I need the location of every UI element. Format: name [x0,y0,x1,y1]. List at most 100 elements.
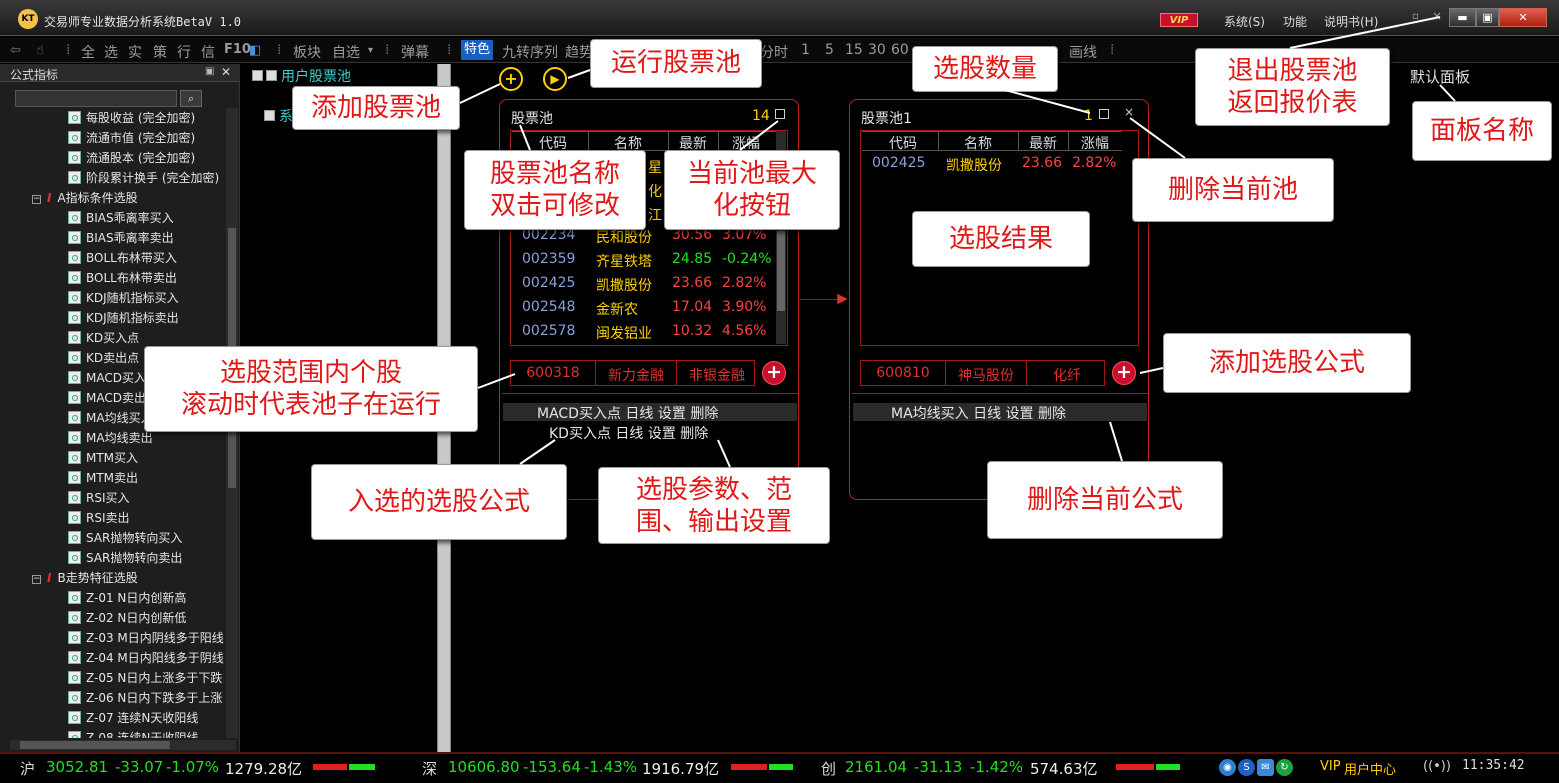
tree-item-formula[interactable]: KDJ随机指标买入 [68,288,179,308]
tree-item-formula[interactable]: Z-03 M日内阴线多于阳线 [68,628,224,648]
add-formula-button[interactable]: + [762,361,786,385]
toolbar-watchlist[interactable]: 自选 [332,42,360,62]
close-icon[interactable]: × [1432,9,1442,23]
chat-icon[interactable]: ✉ [1257,759,1274,776]
toolbar-realtime[interactable]: 实 [128,42,142,62]
pool-range-box[interactable]: 600318 新力金融 非银金融 [510,360,755,386]
tree-item-formula[interactable]: Z-05 N日内上涨多于下跌 [68,668,222,688]
run-pool-icon[interactable]: ▶ [543,67,567,91]
pool-name[interactable]: 股票池1 [861,108,912,128]
tree-expand-box[interactable] [252,70,263,81]
pool-maximize-button[interactable] [775,109,785,119]
toolbar-select[interactable]: 选 [104,42,118,62]
formula-tree-hscrollbar[interactable] [10,740,236,750]
tree-item-formula[interactable]: RSI卖出 [68,508,130,528]
table-row[interactable]: 002359 齐星铁塔 24.85 -0.24% [512,251,776,275]
add-pool-icon[interactable]: + [499,67,523,91]
tree-item-formula[interactable]: 流通市值 (完全加密) [68,128,195,148]
panel-name-label[interactable]: 默认面板 [1410,66,1470,87]
tree-item-formula[interactable]: 阶段累计换手 (完全加密) [68,168,219,188]
tree-item-formula[interactable]: BOLL布林带卖出 [68,268,177,288]
formula-row[interactable]: MA均线买入 日线 设置 删除 [853,403,1147,422]
tree-item-user-pool[interactable]: 用户股票池 [281,66,351,86]
tree-item-formula[interactable]: Z-06 N日内下跌多于上涨 [68,688,222,708]
windows-icon[interactable]: ◧ [249,43,261,58]
tree-item-formula[interactable]: KDJ随机指标卖出 [68,308,179,328]
tree-item-formula[interactable]: 每股收益 (完全加密) [68,108,195,128]
add-formula-button[interactable]: + [1112,361,1136,385]
tree-item-formula[interactable]: Z-01 N日内创新高 [68,588,186,608]
toolbar-intraday[interactable]: 分时 [760,42,788,62]
hand-icon[interactable]: ☝ [36,43,44,58]
tree-checkbox[interactable] [264,110,275,121]
tree-item-formula[interactable]: MACD买入 [68,368,146,388]
back-arrow-icon[interactable]: ⇦ [10,43,21,58]
tree-item-formula[interactable]: SAR抛物转向买入 [68,528,182,548]
table-row[interactable]: 002425 凯撒股份 23.66 2.82% [512,275,776,299]
toolbar-period-1[interactable]: 1 [801,42,810,58]
tree-item-formula[interactable]: SAR抛物转向卖出 [68,548,182,568]
tree-item-formula[interactable]: MTM买入 [68,448,138,468]
toolbar-period-30[interactable]: 30 [868,42,886,58]
tree-checkbox[interactable] [266,70,277,81]
tree-item-formula[interactable]: 流通股本 (完全加密) [68,148,195,168]
table-row[interactable]: 002548 金新农 17.04 3.90% [512,299,776,323]
table-row[interactable]: 002578 闽发铝业 10.32 4.56% [512,323,776,347]
table-row[interactable]: 002425 凯撒股份 23.66 2.82% [862,155,1126,179]
tree-group[interactable]: − I B走势特征选股 [32,568,138,588]
tree-item-formula[interactable]: KD卖出点 [68,348,139,368]
tree-item-formula[interactable]: Z-04 M日内阳线多于阴线 [68,648,224,668]
toolbar-period-15[interactable]: 15 [845,42,863,58]
pool-maximize-button[interactable] [1099,109,1109,119]
tree-item-formula[interactable]: Z-07 连续N天收阳线 [68,708,198,728]
tree-item-formula[interactable]: MA均线买入 [68,408,153,428]
pool-name[interactable]: 股票池 [511,108,553,128]
toolbar-all[interactable]: 全 [81,42,95,62]
user-center-link[interactable]: 用户中心 [1344,759,1396,778]
toolbar-f10[interactable]: F10 [224,42,251,57]
pool-range-box[interactable]: 600810 神马股份 化纤 [860,360,1105,386]
tree-item-formula[interactable]: BOLL布林带买入 [68,248,177,268]
tree-item-formula[interactable]: RSI买入 [68,488,130,508]
toolbar-barrage[interactable]: 弹幕 [401,42,429,62]
tree-item-formula[interactable]: KD买入点 [68,328,139,348]
tree-item-formula[interactable]: MACD卖出 [68,388,146,408]
toolbar-featured[interactable]: 特色 [461,40,494,60]
table-row[interactable]: 002234 民和股份 30.56 3.07% [512,227,776,251]
toolbar-strategy[interactable]: 策 [153,42,167,62]
toolbar-info[interactable]: 信 [201,42,215,62]
vip-label[interactable]: VIP [1320,759,1341,774]
delete-pool-icon[interactable]: × [1124,105,1134,119]
tree-item-system[interactable]: 系 [279,106,293,126]
toolbar-sector[interactable]: 板块 [293,42,321,62]
menu-function[interactable]: 功能 [1283,13,1307,30]
toolbar-period-5[interactable]: 5 [825,42,834,58]
market-cy-index[interactable]: 2161.04 [845,758,907,776]
toolbar-market[interactable]: 行 [177,42,191,62]
network-icon[interactable]: ◉ [1219,759,1236,776]
formula-row[interactable]: MACD买入点 日线 设置 删除 [503,403,797,422]
collapse-icon[interactable]: − [32,195,41,204]
tree-group[interactable]: − I A指标条件选股 [32,188,138,208]
tree-item-formula[interactable]: Z-02 N日内创新低 [68,608,186,628]
refresh-icon[interactable]: ↻ [1276,759,1293,776]
maximize-button[interactable]: ▣ [1476,8,1499,27]
formula-search-input[interactable] [15,90,177,107]
tree-item-formula[interactable]: BIAS乖离率卖出 [68,228,174,248]
menu-manual[interactable]: 说明书(H) [1324,13,1378,30]
scrollbar-thumb[interactable] [777,231,785,311]
close-icon[interactable]: ✕ [221,65,231,79]
menu-system[interactable]: 系统(S) [1224,13,1265,30]
tree-item-formula[interactable]: Z-08 连续N天收阴线 [68,728,198,738]
formula-row[interactable]: KD买入点 日线 设置 删除 [503,423,797,442]
search-icon[interactable]: ⌕ [180,90,202,107]
tree-item-formula[interactable]: MA均线卖出 [68,428,153,448]
toolbar-period-60[interactable]: 60 [891,42,909,58]
toolbar-trend[interactable]: 趋势 [565,42,593,62]
toolbar-draw-line[interactable]: 画线 [1069,42,1097,62]
minimize-button[interactable]: ▬ [1449,8,1476,27]
pin-icon[interactable]: ▣ [205,66,214,77]
tree-item-formula[interactable]: MTM卖出 [68,468,138,488]
collapse-icon[interactable]: − [32,575,41,584]
market-sh-index[interactable]: 3052.81 [46,758,108,776]
